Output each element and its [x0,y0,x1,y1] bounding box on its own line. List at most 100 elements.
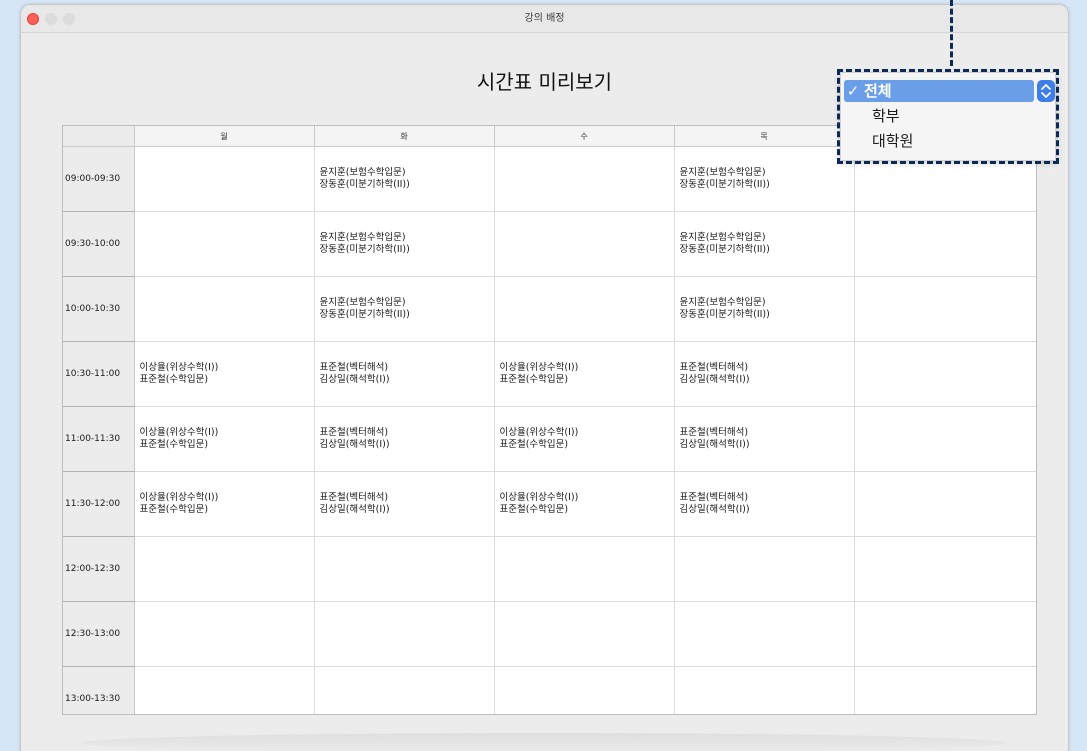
timetable-cell[interactable] [134,211,315,277]
timetable-cell[interactable] [854,536,1036,602]
course-assignment: 장동훈(미분기하학(II)) [319,179,410,190]
timetable-cell[interactable]: 표준철(벡터해석) 김상일(해석학(I)) [674,471,855,537]
course-assignment: 김상일(해석학(I)) [679,504,750,515]
timetable-cell[interactable] [854,276,1036,342]
course-assignment: 표준철(벡터해석) [679,362,749,373]
course-assignment: 김상일(해석학(I)) [679,439,750,450]
course-assignment: 이상율(위상수학(I)) [499,362,579,373]
course-assignment: 이상율(위상수학(I)) [139,362,219,373]
course-assignment: 장동훈(미분기하학(II)) [679,244,770,255]
timetable-cell[interactable]: 표준철(벡터해석) 김상일(해석학(I)) [314,406,495,472]
timetable-corner [63,126,135,147]
timetable-cell[interactable] [314,666,495,714]
course-assignment: 표준철(벡터해석) [319,362,389,373]
table-row: 12:00-12:30 [63,536,1036,602]
time-slot-label: 12:30-13:00 [63,601,135,667]
day-header-mon[interactable]: 월 [134,126,315,147]
table-row: 10:00-10:30 윤지훈(보험수학입문) 장동훈(미분기하학(II)) 윤지훈(… [63,276,1036,342]
course-assignment: 윤지훈(보험수학입문) [679,297,766,308]
table-row: 11:00-11:30 이상율(위상수학(I)) 표준철(수학입문) 표준철(벡터해석… [63,406,1036,472]
course-assignment: 표준철(벡터해석) [679,427,749,438]
table-row: 12:30-13:00 [63,601,1036,667]
timetable-cell[interactable] [134,276,315,342]
timetable-cell[interactable]: 윤지훈(보험수학입문) 장동훈(미분기하학(II)) [674,211,855,277]
time-slot-label: 12:00-12:30 [63,536,135,602]
time-slot-label: 13:00-13:30 [63,666,135,714]
timetable-cell[interactable] [854,471,1036,537]
timetable-cell[interactable] [494,276,675,342]
timetable-cell[interactable] [674,601,855,667]
course-assignment: 표준철(수학입문) [139,439,209,450]
time-slot-label: 09:00-09:30 [63,146,135,212]
timetable-cell[interactable]: 이상율(위상수학(I)) 표준철(수학입문) [494,406,675,472]
timetable-cell[interactable]: 표준철(벡터해석) 김상일(해석학(I)) [674,341,855,407]
timetable-cell[interactable]: 윤지훈(보험수학입문) 장동훈(미분기하학(II)) [314,276,495,342]
course-assignment: 표준철(수학입문) [499,374,569,385]
timetable-cell[interactable] [854,666,1036,714]
timetable-grid: 월 화 수 목 09:00-09:30 윤지훈(보험수학입문) 장동훈(미분기하학(… [62,125,1037,715]
timetable-cell[interactable]: 표준철(벡터해석) 김상일(해석학(I)) [314,471,495,537]
day-header-thu[interactable]: 목 [674,126,855,147]
timetable-cell[interactable]: 윤지훈(보험수학입문) 장동훈(미분기하학(II)) [674,146,855,212]
course-assignment: 이상율(위상수학(I)) [499,492,579,503]
course-assignment: 장동훈(미분기하학(II)) [679,179,770,190]
table-row: 09:30-10:00 윤지훈(보험수학입문) 장동훈(미분기하학(II)) 윤지훈(… [63,211,1036,277]
window-title: 강의 배정 [524,13,565,24]
timetable-cell[interactable]: 윤지훈(보험수학입문) 장동훈(미분기하학(II)) [674,276,855,342]
timetable-cell[interactable] [854,406,1036,472]
timetable-cell[interactable] [134,601,315,667]
day-header-tue[interactable]: 화 [314,126,495,147]
timetable-cell[interactable] [494,536,675,602]
course-assignment: 표준철(벡터해석) [319,492,389,503]
day-header-wed[interactable]: 수 [494,126,675,147]
course-assignment: 표준철(수학입문) [139,374,209,385]
timetable-cell[interactable] [494,666,675,714]
annotation-highlight-box [837,69,1059,164]
timetable-cell[interactable] [674,536,855,602]
time-slot-label: 09:30-10:00 [63,211,135,277]
timetable-cell[interactable] [134,146,315,212]
course-assignment: 장동훈(미분기하학(II)) [319,309,410,320]
course-assignment: 윤지훈(보험수학입문) [679,232,766,243]
course-assignment: 표준철(벡터해석) [319,427,389,438]
timetable-cell[interactable] [314,536,495,602]
course-assignment: 표준철(수학입문) [499,439,569,450]
timetable-cell[interactable]: 표준철(벡터해석) 김상일(해석학(I)) [674,406,855,472]
timetable-cell[interactable] [494,211,675,277]
timetable-cell[interactable]: 이상율(위상수학(I)) 표준철(수학입문) [134,406,315,472]
timetable-cell[interactable] [854,341,1036,407]
timetable-cell[interactable]: 이상율(위상수학(I)) 표준철(수학입문) [494,471,675,537]
course-assignment: 이상율(위상수학(I)) [499,427,579,438]
timetable-cell[interactable] [494,146,675,212]
timetable-cell[interactable] [854,211,1036,277]
timetable-cell[interactable]: 표준철(벡터해석) 김상일(해석학(I)) [314,341,495,407]
table-row: 13:00-13:30 [63,666,1036,714]
timetable-cell[interactable] [314,601,495,667]
timetable-cell[interactable]: 이상율(위상수학(I)) 표준철(수학입문) [494,341,675,407]
table-row: 11:30-12:00 이상율(위상수학(I)) 표준철(수학입문) 표준철(벡터해석… [63,471,1036,537]
timetable-cell[interactable]: 윤지훈(보험수학입문) 장동훈(미분기하학(II)) [314,146,495,212]
time-slot-label: 11:30-12:00 [63,471,135,537]
time-slot-label: 10:00-10:30 [63,276,135,342]
time-slot-label: 10:30-11:00 [63,341,135,407]
course-assignment: 표준철(수학입문) [499,504,569,515]
course-assignment: 이상율(위상수학(I)) [139,492,219,503]
course-assignment: 표준철(수학입문) [139,504,209,515]
course-assignment: 김상일(해석학(I)) [319,504,390,515]
timetable-cell[interactable] [674,666,855,714]
course-assignment: 김상일(해석학(I)) [679,374,750,385]
timetable-cell[interactable]: 이상율(위상수학(I)) 표준철(수학입문) [134,341,315,407]
timetable-cell[interactable] [494,601,675,667]
course-assignment: 윤지훈(보험수학입문) [319,232,406,243]
timetable: 월 화 수 목 09:00-09:30 윤지훈(보험수학입문) 장동훈(미분기하학(… [63,126,1036,714]
title-bar: 강의 배정 [21,5,1068,33]
timetable-cell[interactable] [134,536,315,602]
timetable-cell[interactable] [134,666,315,714]
course-assignment: 윤지훈(보험수학입문) [319,297,406,308]
course-assignment: 김상일(해석학(I)) [319,439,390,450]
timetable-cell[interactable]: 이상율(위상수학(I)) 표준철(수학입문) [134,471,315,537]
time-slot-label: 11:00-11:30 [63,406,135,472]
table-row: 10:30-11:00 이상율(위상수학(I)) 표준철(수학입문) 표준철(벡터해석… [63,341,1036,407]
timetable-cell[interactable]: 윤지훈(보험수학입문) 장동훈(미분기하학(II)) [314,211,495,277]
timetable-cell[interactable] [854,601,1036,667]
